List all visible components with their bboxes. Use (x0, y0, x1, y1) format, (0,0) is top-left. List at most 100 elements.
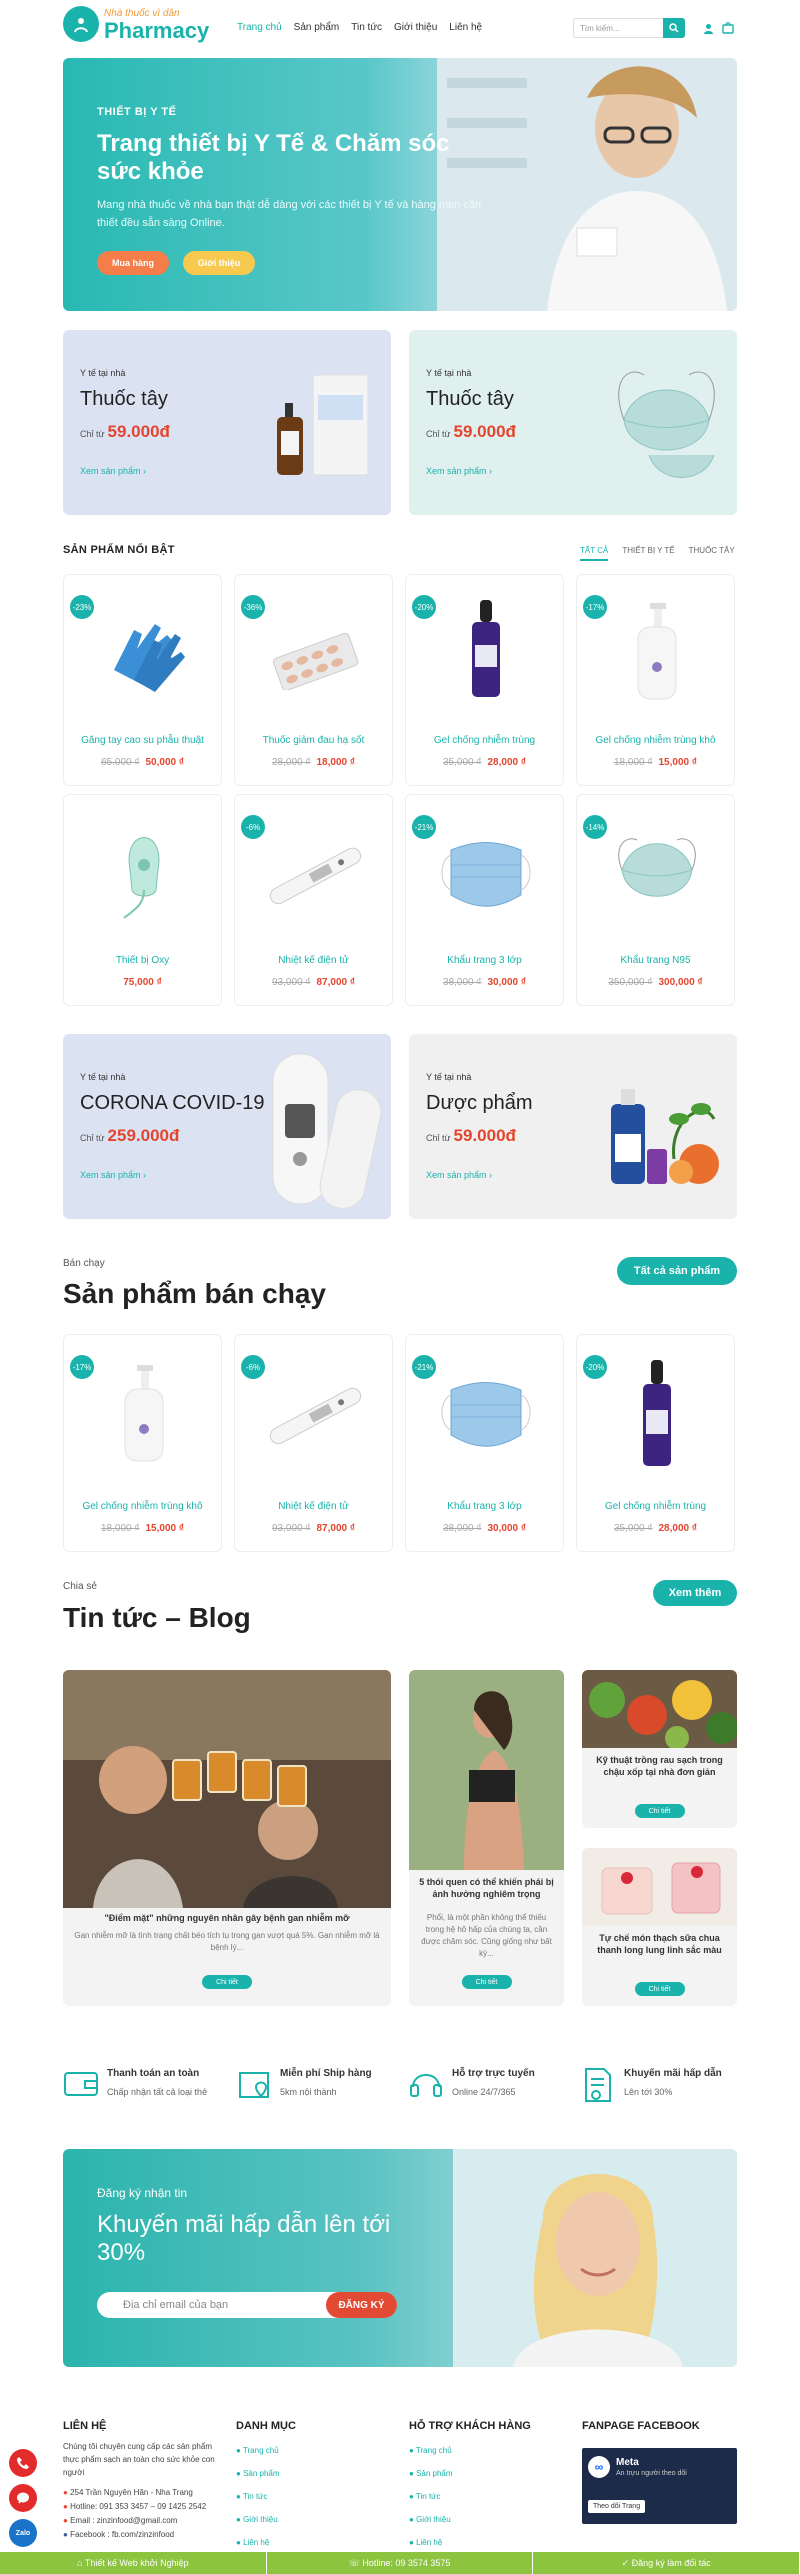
product-name[interactable]: Khẩu trang N95 (577, 955, 734, 966)
product-card[interactable]: -21% Khẩu trang 3 lớp 38,000 ₫ 30,000 ₫ (405, 1334, 564, 1552)
footer-link[interactable]: ● Liên hệ (236, 2538, 269, 2547)
bottom-register-link[interactable]: ✓ Đăng ký làm đối tác (533, 2552, 800, 2574)
feature-subtitle: Lên tới 30% (624, 2087, 673, 2097)
promo-price: Chỉ từ 59.000đ (80, 422, 170, 441)
blog-card[interactable]: Kỹ thuật trồng rau sạch trong chậu xốp t… (582, 1670, 737, 1828)
promo-link[interactable]: Xem sản phẩm › (426, 466, 492, 476)
promo-card-medicine-2[interactable]: Y tế tại nhà Thuốc tây Chỉ từ 59.000đ Xem… (409, 330, 737, 515)
footer-link[interactable]: ● Sản phẩm (236, 2469, 280, 2478)
product-name[interactable]: Gel chống nhiễm trùng khô (64, 1501, 221, 1512)
messenger-float-icon[interactable] (9, 2484, 37, 2512)
blog-detail-button[interactable]: Chi tiết (634, 1982, 685, 1996)
fb-follow-button[interactable]: Theo dõi Trang (588, 2500, 646, 2513)
product-name[interactable]: Thiết bị Oxy (64, 955, 221, 966)
promo-link[interactable]: Xem sản phẩm › (80, 466, 146, 476)
product-price: 38,000 ₫ 30,000 ₫ (443, 977, 526, 988)
subscribe-button[interactable]: ĐĂNG KÝ (326, 2292, 397, 2318)
footer-facebook[interactable]: ● Facebook : fb.com/zinzinfood (63, 2528, 233, 2541)
discount-badge: -17% (583, 595, 607, 619)
fb-page-name: Meta (616, 2457, 639, 2468)
footer-link[interactable]: ● Sản phẩm (409, 2469, 453, 2478)
product-name[interactable]: Găng tay cao su phẫu thuật (64, 735, 221, 746)
footer-link[interactable]: ● Tin tức (236, 2492, 268, 2501)
promo-link[interactable]: Xem sản phẩm › (80, 1170, 146, 1180)
blog-post-title[interactable]: Kỹ thuật trồng rau sạch trong chậu xốp t… (582, 1754, 737, 1778)
logo-text[interactable]: Pharmacy (104, 18, 209, 44)
cart-icon[interactable] (721, 21, 735, 35)
tab-all[interactable]: TẤT CẢ (580, 546, 609, 561)
product-card[interactable]: -21% Khẩu trang 3 lớp 38,000 ₫ 30,000 ₫ (405, 794, 564, 1006)
footer-hotline[interactable]: ● Hotline: 091 353 3457 – 09 1425 2542 (63, 2500, 233, 2513)
footer-link[interactable]: ● Giới thiệu (409, 2515, 451, 2524)
footer-link[interactable]: ● Trang chủ (409, 2446, 452, 2455)
zalo-float-icon[interactable]: Zalo (9, 2519, 37, 2547)
nav-home[interactable]: Trang chủ (237, 22, 282, 33)
product-name[interactable]: Gel chống nhiễm trùng khô (577, 735, 734, 746)
intro-button[interactable]: Giới thiệu (183, 251, 255, 275)
hero-kicker: THIẾT BỊ Y TẾ (97, 106, 177, 118)
promo-price: Chỉ từ 59.000đ (426, 1126, 516, 1145)
all-products-button[interactable]: Tất cả sản phẩm (617, 1257, 737, 1285)
search-button[interactable] (663, 18, 685, 38)
product-name[interactable]: Khẩu trang 3 lớp (406, 1501, 563, 1512)
bottom-design-link[interactable]: ⌂ Thiết kế Web khởi Nghiệp (0, 2552, 267, 2574)
product-card[interactable]: -14% Khẩu trang N95 350,000 ₫ 300,000 ₫ (576, 794, 735, 1006)
blog-kicker: Chia sẻ (63, 1581, 97, 1592)
bottom-hotline-link[interactable]: ☏ Hotline: 09 3574 3575 (267, 2552, 534, 2574)
promo-link[interactable]: Xem sản phẩm › (426, 1170, 492, 1180)
product-card[interactable]: Thiết bị Oxy 75,000 ₫ (63, 794, 222, 1006)
product-card[interactable]: -20% Gel chống nhiễm trùng 35,000 ₫ 28,00… (576, 1334, 735, 1552)
product-card[interactable]: -6% Nhiệt kế điện tử 93,000 ₫ 87,000 ₫ (234, 794, 393, 1006)
product-name[interactable]: Thuốc giảm đau hạ sốt (235, 735, 392, 746)
view-more-button[interactable]: Xem thêm (653, 1580, 737, 1606)
surgical-mask-image (441, 1382, 531, 1447)
discount-badge: -17% (70, 1355, 94, 1379)
facebook-page-widget[interactable]: ∞ Meta An trựu người theo dõi Theo dõi T… (582, 2448, 737, 2524)
buy-button[interactable]: Mua hàng (97, 251, 169, 275)
nav-contact[interactable]: Liên hệ (449, 22, 482, 33)
blog-detail-button[interactable]: Chi tiết (461, 1975, 512, 1989)
tab-medicine[interactable]: THUỐC TÂY (689, 546, 735, 561)
product-card[interactable]: -17% Gel chống nhiễm trùng khô 18,000 ₫ 1… (576, 574, 735, 786)
blog-detail-button[interactable]: Chi tiết (634, 1804, 685, 1818)
product-name[interactable]: Nhiệt kế điện tử (235, 955, 392, 966)
product-name[interactable]: Nhiệt kế điện tử (235, 1501, 392, 1512)
blog-post-title[interactable]: Tự chế món thạch sữa chua thanh long lun… (582, 1932, 737, 1956)
dropper-bottle-image (643, 1360, 671, 1466)
footer-link[interactable]: ● Tin tức (409, 2492, 441, 2501)
product-card[interactable]: -36% Thuốc giảm đau hạ sốt 28,000 ₫ 18,00… (234, 574, 393, 786)
promo-card-pharma[interactable]: Y tế tại nhà Dược phẩm Chỉ từ 59.000đ Xem… (409, 1034, 737, 1219)
product-price: 35,000 ₫ 28,000 ₫ (614, 1523, 697, 1534)
blog-post-title[interactable]: "Điểm mặt" những nguyên nhân gây bệnh ga… (63, 1912, 391, 1924)
discount-badge: -6% (241, 1355, 265, 1379)
product-name[interactable]: Khẩu trang 3 lớp (406, 955, 563, 966)
nav-news[interactable]: Tin tức (351, 22, 382, 33)
footer-link[interactable]: ● Liên hệ (409, 2538, 442, 2547)
hero-text: Mang nhà thuốc về nhà bạn thật dễ dàng v… (97, 199, 482, 229)
product-card[interactable]: -20% Gel chống nhiễm trùng 35,000 ₫ 28,00… (405, 574, 564, 786)
blog-card[interactable]: 5 thói quen có thể khiến phái bị ảnh hưở… (409, 1670, 564, 2006)
blog-post-title[interactable]: 5 thói quen có thể khiến phái bị ảnh hưở… (409, 1876, 564, 1900)
n95-mask-image (618, 371, 715, 478)
product-card[interactable]: -23% Găng tay cao su phẫu thuật 65.000 ₫… (63, 574, 222, 786)
feature-subtitle: Chấp nhận tất cả loại thẻ (107, 2087, 208, 2097)
promo-card-medicine-1[interactable]: Y tế tại nhà Thuốc tây Chỉ từ 59.000đ Xem… (63, 330, 391, 515)
nav-products[interactable]: Sản phẩm (294, 22, 340, 33)
product-card[interactable]: -6% Nhiệt kế điện tử 93,000 ₫ 87,000 ₫ (234, 1334, 393, 1552)
blog-card[interactable]: Tự chế món thạch sữa chua thanh long lun… (582, 1848, 737, 2006)
nav-about[interactable]: Giới thiệu (394, 22, 437, 33)
product-name[interactable]: Gel chống nhiễm trùng (406, 735, 563, 746)
user-icon[interactable] (701, 21, 715, 35)
logo-icon[interactable] (63, 6, 99, 42)
footer-link[interactable]: ● Trang chủ (236, 2446, 279, 2455)
thermometer-image (269, 847, 362, 905)
blog-card[interactable]: "Điểm mặt" những nguyên nhân gây bệnh ga… (63, 1670, 391, 2006)
product-card[interactable]: -17% Gel chống nhiễm trùng khô 18,000 ₫ 1… (63, 1334, 222, 1552)
product-name[interactable]: Gel chống nhiễm trùng (577, 1501, 734, 1512)
blog-detail-button[interactable]: Chi tiết (202, 1975, 252, 1989)
footer-email[interactable]: ● Email : zinzinfood@gmail.com (63, 2514, 233, 2527)
tab-medical-devices[interactable]: THIẾT BỊ Y TẾ (622, 546, 674, 561)
phone-float-icon[interactable] (9, 2449, 37, 2477)
footer-link[interactable]: ● Giới thiệu (236, 2515, 278, 2524)
promo-card-covid[interactable]: Y tế tại nhà CORONA COVID-19 Chỉ từ 259.0… (63, 1034, 391, 1219)
